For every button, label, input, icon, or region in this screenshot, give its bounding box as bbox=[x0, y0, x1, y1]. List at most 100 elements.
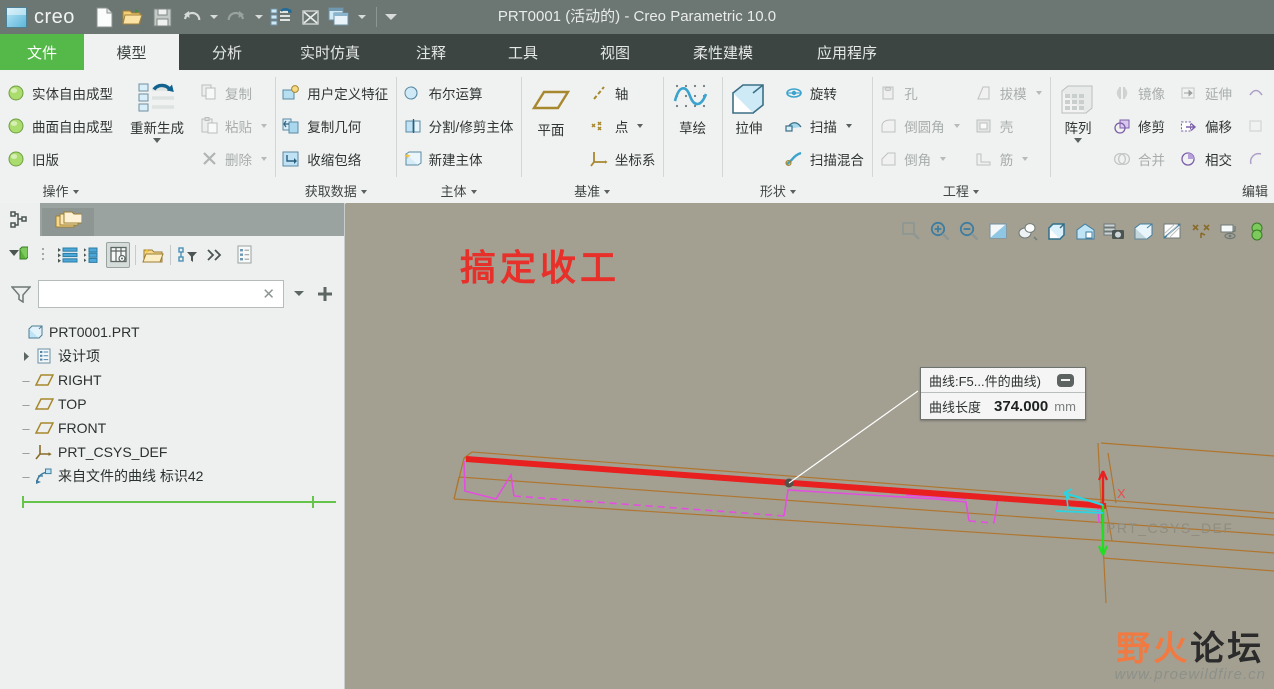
shell-button[interactable]: 壳 bbox=[968, 109, 1050, 142]
expand-arrow-icon[interactable] bbox=[19, 351, 33, 362]
chevron-down-icon[interactable] bbox=[637, 123, 644, 128]
regenerate-button[interactable]: 重新生成 bbox=[121, 76, 193, 143]
trim-button[interactable]: 修剪 bbox=[1106, 109, 1173, 142]
tab-analysis[interactable]: 分析 bbox=[179, 34, 275, 70]
datum-plane-button[interactable]: 平面 bbox=[521, 76, 581, 138]
tree-list-icon[interactable] bbox=[81, 242, 105, 268]
split-trim-body-button[interactable]: 分割/修剪主体 bbox=[397, 109, 522, 142]
regenerate-icon[interactable] bbox=[268, 4, 295, 31]
ribbon-group-body-title[interactable]: 主体 bbox=[397, 180, 521, 203]
zoom-fit-icon[interactable] bbox=[898, 218, 924, 244]
copy-button[interactable]: 复制 bbox=[193, 76, 275, 109]
qat-customize-caret-icon[interactable] bbox=[355, 4, 369, 31]
add-filter-icon[interactable] bbox=[314, 285, 336, 303]
collapse-icon[interactable] bbox=[1056, 373, 1074, 387]
udf-button[interactable]: 用户定义特征 bbox=[275, 76, 396, 109]
tree-item-csys[interactable]: – PRT_CSYS_DEF bbox=[10, 440, 344, 464]
sweep-button[interactable]: 扫描 bbox=[778, 109, 872, 142]
zoom-out-icon[interactable] bbox=[956, 218, 982, 244]
paste-button[interactable]: 粘贴 bbox=[193, 109, 275, 142]
scene-capture-icon[interactable] bbox=[1101, 218, 1127, 244]
annotation-display-icon[interactable] bbox=[1188, 218, 1214, 244]
ribbon-group-datum-title[interactable]: 基准 bbox=[521, 180, 664, 203]
graphics-viewport[interactable]: X PRT_CSYS_DEF 搞定收工 曲线:F5...件的曲线) 曲线长度 3… bbox=[346, 203, 1274, 689]
tree-dots-icon[interactable] bbox=[31, 242, 55, 268]
datum-display-icon[interactable] bbox=[1159, 218, 1185, 244]
display-style-icon[interactable] bbox=[1014, 218, 1040, 244]
chevron-down-icon[interactable] bbox=[261, 123, 267, 128]
open-file-icon[interactable] bbox=[120, 4, 147, 31]
chevron-down-icon[interactable] bbox=[953, 123, 960, 128]
intersect-button[interactable]: 相交 bbox=[1173, 142, 1240, 175]
copy-geometry-button[interactable]: 复制几何 bbox=[275, 109, 396, 142]
datum-csys-button[interactable]: 坐标系 bbox=[583, 142, 664, 175]
tree-item-right[interactable]: – RIGHT bbox=[10, 368, 344, 392]
tree-filter-icon[interactable] bbox=[176, 242, 200, 268]
tree-item-curve-from-file[interactable]: – 来自文件的曲线 标识42 bbox=[10, 464, 344, 488]
boolean-op-button[interactable]: 布尔运算 bbox=[397, 76, 522, 109]
ribbon-group-engineering-title[interactable]: 工程 bbox=[872, 180, 1050, 203]
chevron-down-icon[interactable] bbox=[1073, 138, 1082, 143]
hole-button[interactable]: 孔 bbox=[872, 76, 968, 109]
tab-tools[interactable]: 工具 bbox=[477, 34, 569, 70]
save-icon[interactable] bbox=[149, 4, 176, 31]
folder-browser-icon[interactable] bbox=[141, 242, 165, 268]
layer-display-icon[interactable] bbox=[1246, 218, 1272, 244]
tab-file[interactable]: 文件 bbox=[0, 34, 84, 70]
legacy-button[interactable]: 旧版 bbox=[0, 142, 121, 175]
spin-center-icon[interactable] bbox=[1217, 218, 1243, 244]
extrude-button[interactable]: 拉伸 bbox=[722, 76, 776, 136]
chevron-down-icon[interactable] bbox=[261, 156, 267, 161]
solid-freestyle-button[interactable]: 实体自由成型 bbox=[0, 76, 121, 109]
undo-icon[interactable] bbox=[178, 4, 205, 31]
show-icon[interactable] bbox=[56, 242, 80, 268]
surface-freestyle-button[interactable]: 曲面自由成型 bbox=[0, 109, 121, 142]
extend-button[interactable]: 延伸 bbox=[1173, 76, 1240, 109]
chevron-down-icon[interactable] bbox=[940, 156, 947, 161]
redo-icon[interactable] bbox=[223, 4, 250, 31]
tree-search-box[interactable]: ✕ bbox=[38, 280, 284, 308]
swept-blend-button[interactable]: 扫描混合 bbox=[778, 142, 872, 175]
close-window-icon[interactable] bbox=[297, 4, 324, 31]
tree-columns-active-icon[interactable] bbox=[106, 242, 130, 268]
editing-overflow-3[interactable] bbox=[1240, 142, 1274, 175]
rib-button[interactable]: 筋 bbox=[968, 142, 1050, 175]
clear-search-icon[interactable]: ✕ bbox=[254, 285, 283, 303]
merge-button[interactable]: 合并 bbox=[1106, 142, 1173, 175]
ribbon-group-editing-title[interactable]: 编辑 bbox=[1050, 180, 1274, 203]
tree-settings-icon[interactable] bbox=[6, 242, 30, 268]
perspective-icon[interactable] bbox=[1130, 218, 1156, 244]
switch-window-icon[interactable] bbox=[326, 4, 353, 31]
tree-item-top[interactable]: – TOP bbox=[10, 392, 344, 416]
more-chevron-icon[interactable] bbox=[201, 242, 229, 268]
mirror-button[interactable]: 镜像 bbox=[1106, 76, 1173, 109]
ribbon-group-get-data-title[interactable]: 获取数据 bbox=[275, 180, 396, 203]
pattern-button[interactable]: 阵列 bbox=[1050, 76, 1106, 143]
new-body-button[interactable]: 新建主体 bbox=[397, 142, 522, 175]
tree-item-front[interactable]: – FRONT bbox=[10, 416, 344, 440]
saved-orientations-icon[interactable] bbox=[1043, 218, 1069, 244]
editing-overflow-2[interactable] bbox=[1240, 109, 1274, 142]
chevron-down-icon[interactable] bbox=[153, 138, 161, 143]
new-file-icon[interactable] bbox=[91, 4, 118, 31]
repaint-icon[interactable] bbox=[985, 218, 1011, 244]
insert-here-bar[interactable] bbox=[22, 496, 336, 508]
datum-axis-button[interactable]: 轴 bbox=[583, 76, 664, 109]
delete-button[interactable]: 删除 bbox=[193, 142, 275, 175]
chevron-down-icon[interactable] bbox=[845, 123, 852, 128]
undo-dropdown-caret-icon[interactable] bbox=[207, 4, 221, 31]
tab-live-sim[interactable]: 实时仿真 bbox=[275, 34, 385, 70]
tab-view[interactable]: 视图 bbox=[569, 34, 661, 70]
layer-tree-tab[interactable] bbox=[42, 208, 94, 236]
tab-annotate[interactable]: 注释 bbox=[385, 34, 477, 70]
measurement-callout[interactable]: 曲线:F5...件的曲线) 曲线长度 374.000 mm bbox=[920, 367, 1086, 420]
tree-search-input[interactable] bbox=[39, 281, 255, 307]
chamfer-button[interactable]: 倒角 bbox=[872, 142, 968, 175]
model-tree-tab[interactable] bbox=[0, 203, 40, 236]
sketch-button[interactable]: 草绘 bbox=[664, 76, 722, 136]
datum-point-button[interactable]: 点 bbox=[583, 109, 664, 142]
view-manager-icon[interactable] bbox=[1072, 218, 1098, 244]
tab-flexible-modeling[interactable]: 柔性建模 bbox=[661, 34, 785, 70]
redo-dropdown-caret-icon[interactable] bbox=[252, 4, 266, 31]
shrinkwrap-button[interactable]: 收缩包络 bbox=[275, 142, 396, 175]
